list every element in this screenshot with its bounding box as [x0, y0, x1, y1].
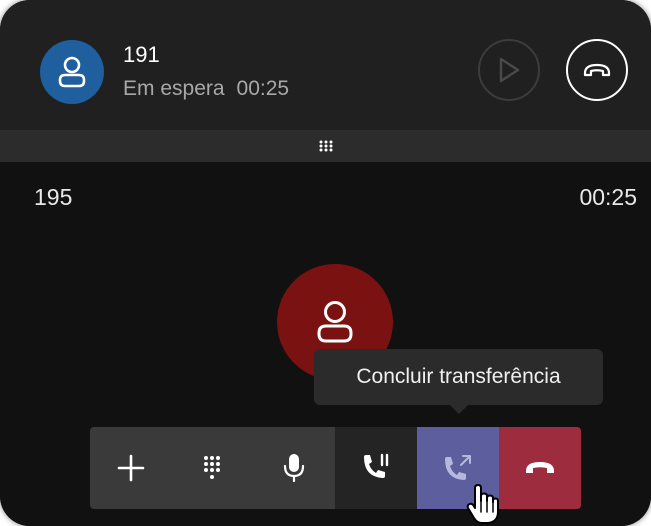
phone-hangup-icon — [526, 462, 554, 473]
phone-transfer-icon — [445, 455, 471, 480]
call-panel: 191 Em espera 00:25 195 00:25 Concluir t… — [0, 0, 651, 526]
mute-button[interactable] — [252, 427, 335, 509]
user-icon — [58, 56, 86, 88]
phone-hangup-icon — [583, 63, 611, 77]
held-call-timer: 00:25 — [236, 77, 290, 100]
add-call-button[interactable] — [90, 427, 172, 509]
hang-up-button[interactable] — [499, 427, 581, 509]
held-call-bar: 191 Em espera 00:25 — [0, 0, 651, 130]
grip-dots-icon — [319, 140, 332, 152]
tooltip: Concluir transferência — [314, 349, 603, 405]
held-call-number: 191 — [123, 42, 160, 67]
play-icon — [499, 57, 520, 83]
tooltip-arrow — [450, 405, 468, 414]
held-call-avatar — [40, 40, 104, 104]
active-call-number: 195 — [34, 184, 73, 210]
complete-transfer-button[interactable] — [417, 427, 499, 509]
active-call-timer: 00:25 — [579, 184, 637, 210]
call-controls-toolbar — [90, 427, 581, 509]
active-call-area: 195 00:25 Concluir transferência — [0, 162, 651, 526]
plus-icon — [117, 454, 145, 482]
keypad-button[interactable] — [172, 427, 252, 509]
held-call-status: Em espera — [123, 77, 225, 100]
phone-hold-icon — [364, 453, 389, 478]
user-icon — [317, 301, 353, 343]
microphone-icon — [283, 454, 304, 483]
tooltip-text: Concluir transferência — [356, 365, 561, 388]
drag-handle[interactable] — [0, 130, 651, 162]
keypad-icon — [204, 456, 220, 479]
resume-call-button[interactable] — [478, 39, 540, 101]
hold-button[interactable] — [335, 427, 417, 509]
hang-up-held-call-button[interactable] — [566, 39, 628, 101]
held-call-status-line: Em espera 00:25 — [123, 77, 289, 101]
